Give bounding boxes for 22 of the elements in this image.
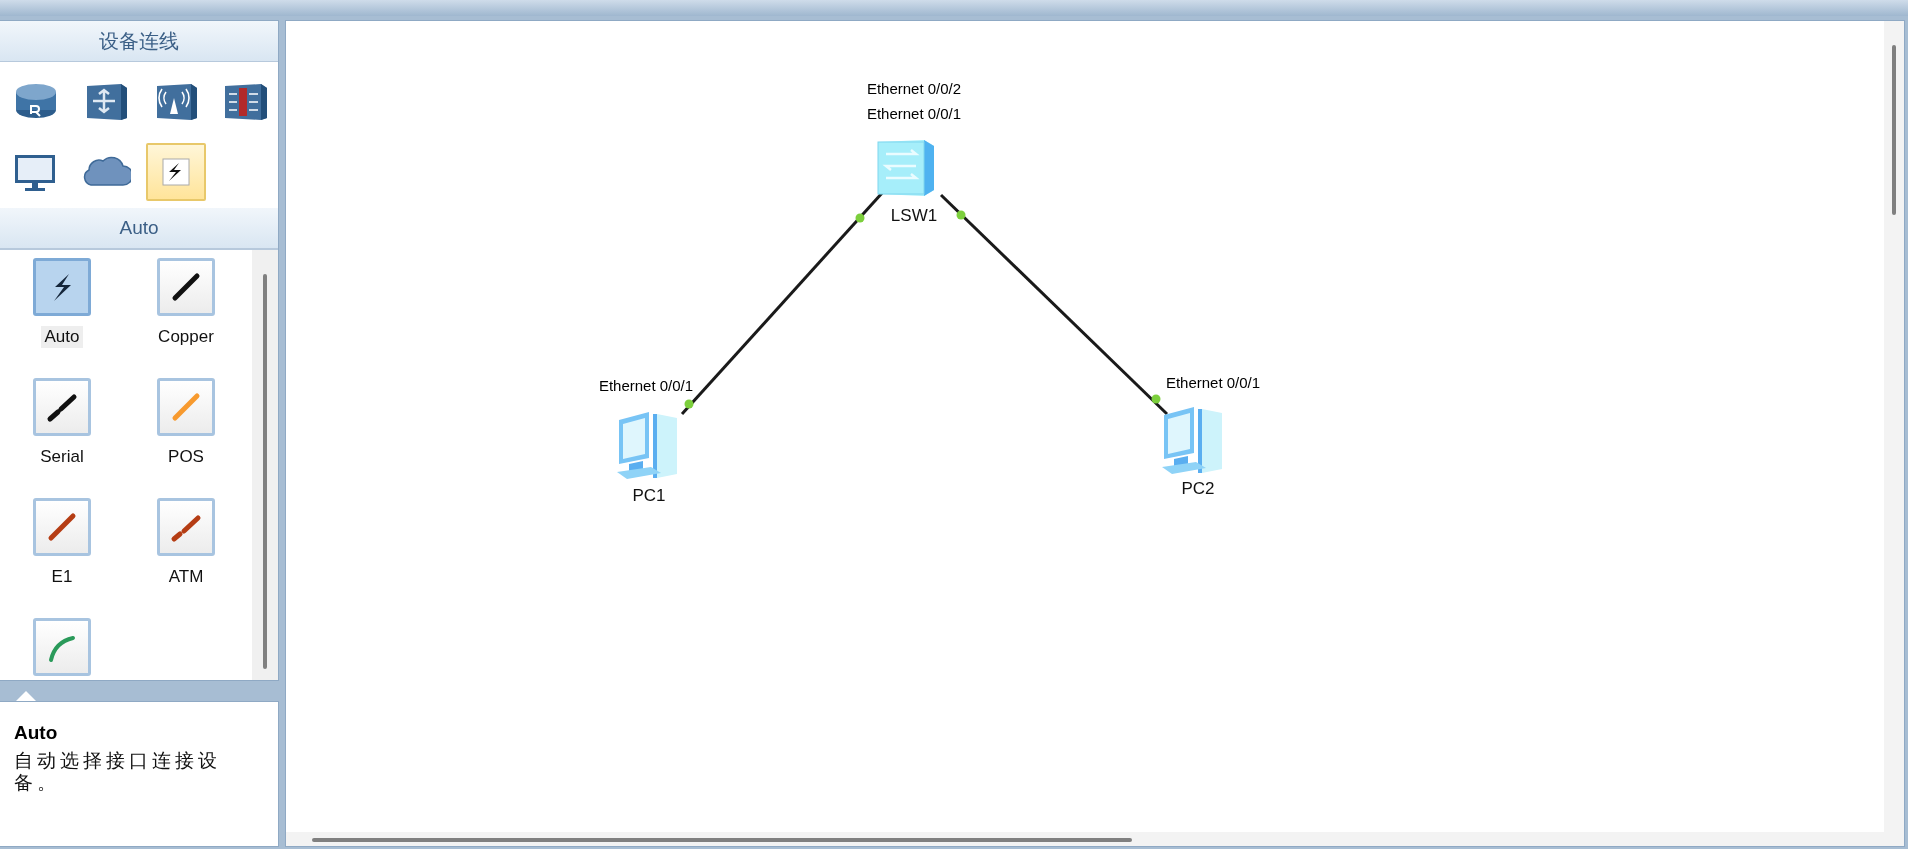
cable-type-label[interactable]: ATM <box>164 566 208 588</box>
cable-type-label[interactable]: Copper <box>154 326 218 348</box>
cable-type-label[interactable]: Serial <box>36 446 88 468</box>
device-name: PC2 <box>1181 479 1215 499</box>
port-label: Ethernet 0/0/1 <box>1165 373 1261 391</box>
panel-title: Auto <box>119 217 159 239</box>
device-name: PC1 <box>632 486 666 506</box>
port-label: Ethernet 0/0/2 <box>866 79 962 97</box>
cable-type-button[interactable] <box>157 258 215 316</box>
device-name: LSW1 <box>890 206 938 226</box>
scrollbar[interactable] <box>252 250 278 680</box>
cable-type-label[interactable]: POS <box>164 446 208 468</box>
port-label: Ethernet 0/0/1 <box>866 104 962 122</box>
tooltip-title: Auto <box>14 722 59 744</box>
topology-canvas[interactable]: Ethernet 0/0/2 Ethernet 0/0/1 LSW1 Ethernet 0/0/1 PC1 Ethernet 0/0/1 PC2 <box>285 20 1905 847</box>
cable-type-label[interactable]: Auto <box>40 326 84 348</box>
cable-type-label[interactable]: E1 <box>47 566 77 588</box>
tooltip-text: 自动选择接口连接设备。 <box>14 750 222 794</box>
panel-title: 设备连线 <box>99 28 179 54</box>
cable-type-button[interactable] <box>33 258 91 316</box>
cable-type-button[interactable] <box>33 378 91 436</box>
port-label: Ethernet 0/0/1 <box>598 376 694 394</box>
